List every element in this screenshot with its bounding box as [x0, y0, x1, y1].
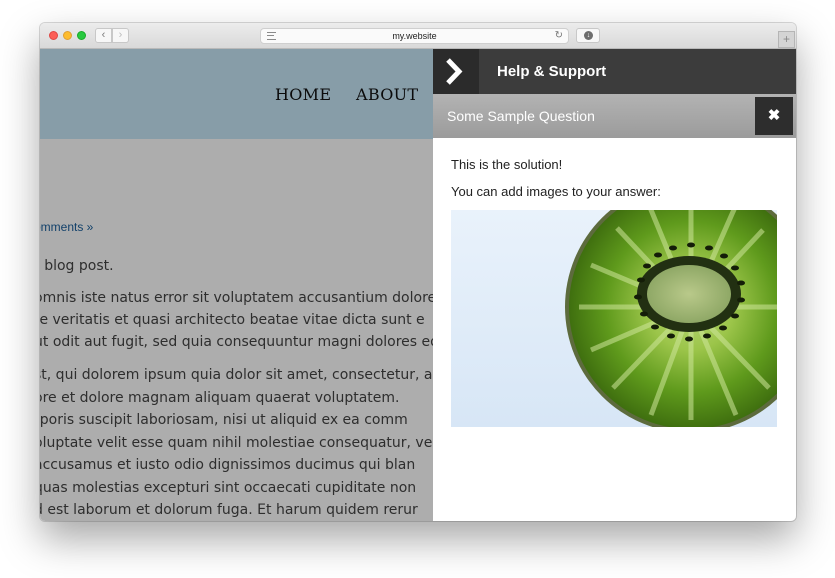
browser-toolbar: ‹ › my.website ↻ ↓ +: [40, 23, 796, 49]
kiwi-slice-image: [451, 210, 777, 427]
browser-window: ‹ › my.website ↻ ↓ + HOME ABOUT omments …: [40, 23, 796, 521]
chevron-left-icon: ‹: [101, 29, 106, 41]
close-question-button[interactable]: ✖: [755, 97, 793, 135]
reader-icon[interactable]: [267, 32, 276, 40]
download-icon: ↓: [584, 31, 593, 40]
question-title: Some Sample Question: [447, 108, 595, 124]
page-viewport: HOME ABOUT omments » r blog post. omnis …: [40, 49, 796, 521]
help-support-panel: Help & Support Some Sample Question ✖ Th…: [433, 49, 796, 521]
panel-header: Help & Support: [433, 49, 796, 94]
panel-toggle-button[interactable]: [433, 49, 479, 94]
reload-icon[interactable]: ↻: [555, 29, 563, 43]
address-bar-url: my.website: [392, 31, 437, 41]
address-bar[interactable]: my.website ↻: [260, 28, 569, 44]
forward-button[interactable]: ›: [112, 28, 129, 43]
close-icon: ✖: [767, 107, 781, 124]
plus-icon: +: [782, 32, 790, 46]
zoom-window-button[interactable]: [77, 31, 86, 40]
panel-title: Help & Support: [497, 63, 607, 80]
close-window-button[interactable]: [49, 31, 58, 40]
chevron-right-icon: [446, 58, 463, 85]
minimize-window-button[interactable]: [63, 31, 72, 40]
chevron-right-icon: ›: [118, 29, 123, 41]
answer-paragraph: This is the solution!: [451, 157, 563, 172]
downloads-button[interactable]: ↓: [576, 28, 600, 43]
question-bar: Some Sample Question: [433, 94, 796, 138]
answer-paragraph: You can add images to your answer:: [451, 184, 661, 199]
new-tab-button[interactable]: +: [778, 31, 795, 48]
back-button[interactable]: ‹: [95, 28, 112, 43]
